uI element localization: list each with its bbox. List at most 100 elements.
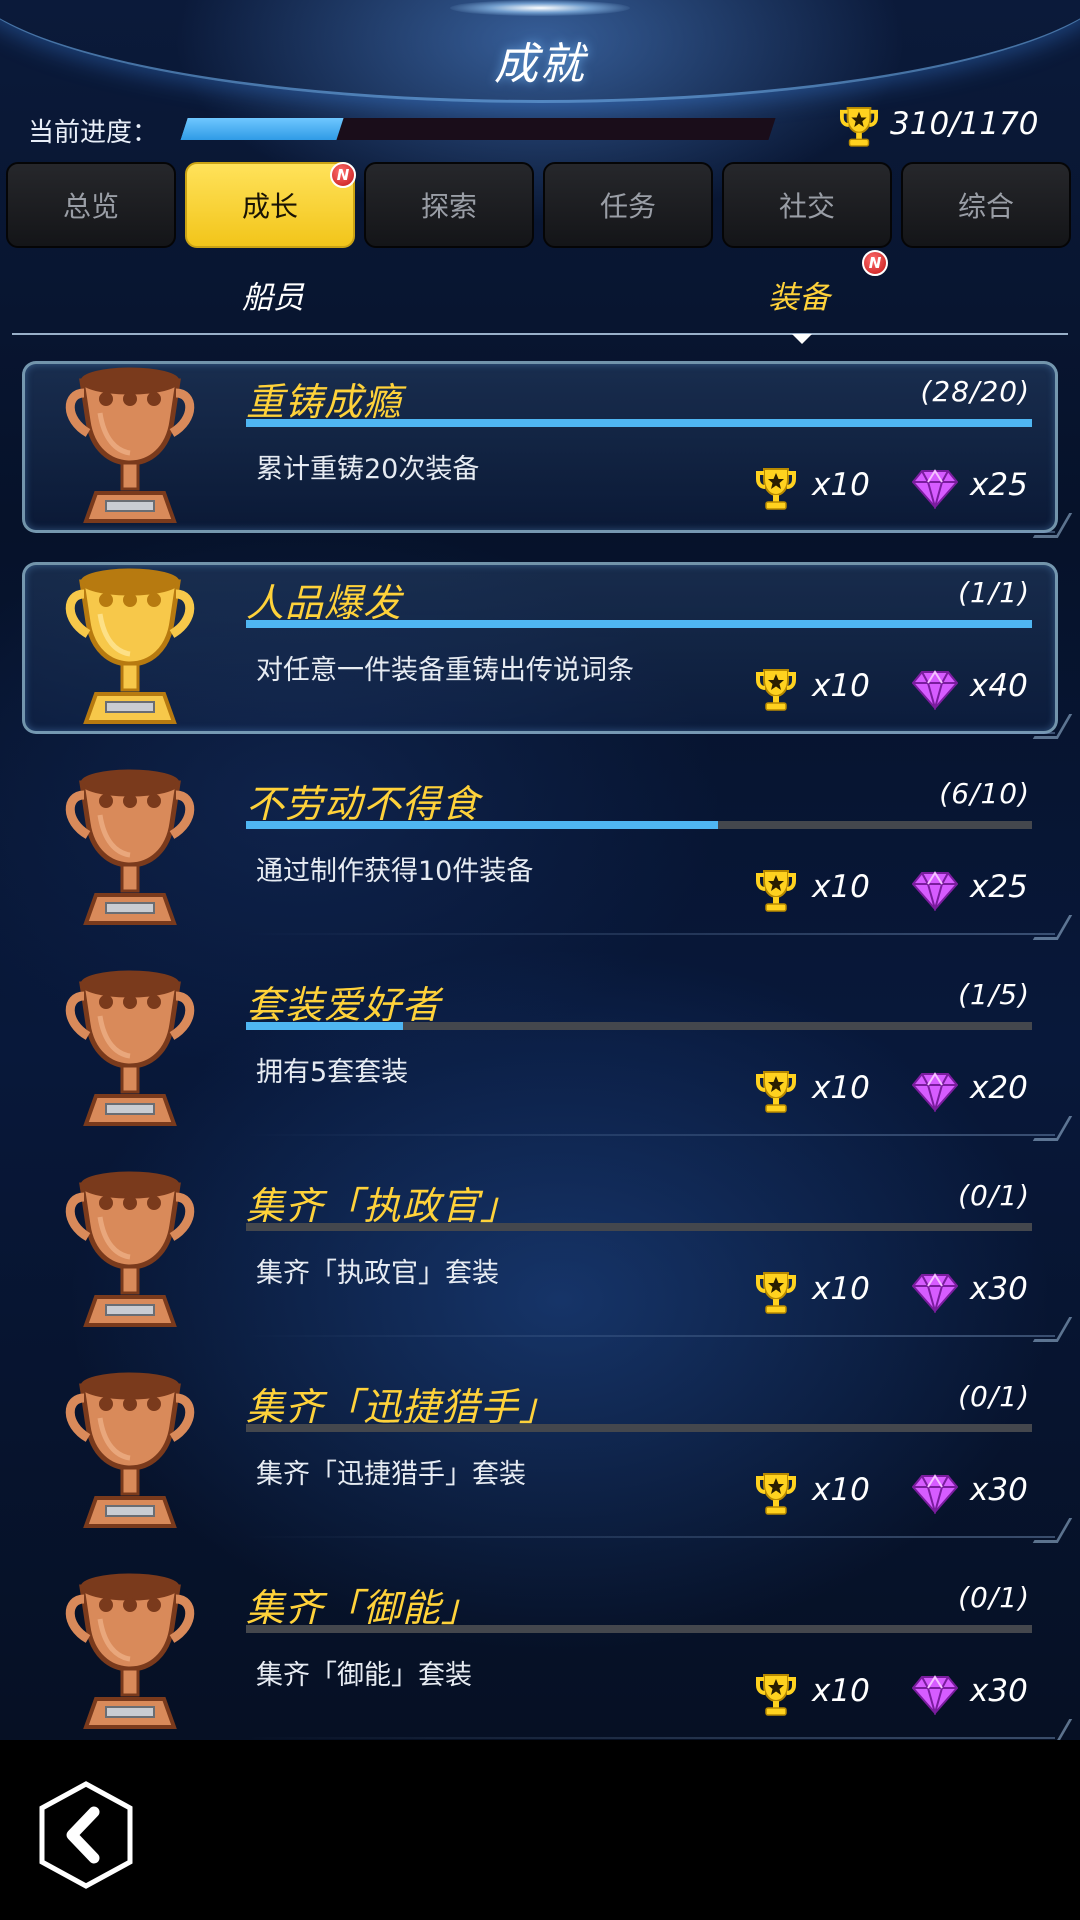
achievement-progress-bar [246,1223,1032,1231]
achievement-progress-bar [246,1424,1032,1432]
tab-label: 总览 [62,190,119,223]
card-divider [245,933,1055,935]
card-corner [1032,1719,1073,1740]
trophy-reward-value: x10 [812,869,870,905]
gem-icon [911,1273,959,1315]
achievement-card[interactable]: 套装爱好者 (1/5) 拥有5套套装 x10 x20 [0,958,1080,1148]
achievement-progress-bar [246,1022,1032,1030]
achievement-progress-fill [246,821,718,829]
trophy-star-icon [756,867,796,913]
achievement-count: (6/10) [939,777,1030,810]
achievement-screen: 成就 当前进度： 310/1170 总览 成长 N 探索 任务 社交 综合 船员… [0,0,1080,1740]
achievement-card[interactable]: 集齐「迅捷猎手」 (0/1) 集齐「迅捷猎手」套装 x10 x30 [0,1360,1080,1550]
achievement-title: 不劳动不得食 [246,782,481,826]
gem-icon [911,670,959,712]
achievement-count: (1/1) [958,576,1030,609]
achievement-progress-fill [246,419,1032,427]
trophy-icon [65,1372,195,1528]
achievement-card[interactable]: 集齐「御能」 (0/1) 集齐「御能」套装 x10 x30 [0,1561,1080,1740]
progress-label: 当前进度： [28,118,159,148]
achievement-title: 重铸成瘾 [246,380,403,424]
card-divider [245,1737,1055,1739]
card-divider [245,732,1055,734]
footer-bar [0,1740,1080,1920]
card-divider [245,1134,1055,1136]
achievement-description: 拥有5套套装 [256,1057,409,1088]
subtab-equipment[interactable]: 装备 [768,272,830,317]
tab-label: 探索 [420,190,477,223]
achievement-progress-bar [246,1625,1032,1633]
gem-icon [911,1072,959,1114]
overall-progress-bar [180,118,776,140]
card-corner [1032,915,1073,940]
trophy-star-icon [756,666,796,712]
back-button[interactable] [36,1780,136,1890]
trophy-star-icon [756,1068,796,1114]
trophy-star-icon [756,1671,796,1717]
gem-reward-value: x20 [970,1070,1028,1106]
trophy-icon [65,367,195,523]
achievement-description: 对任意一件装备重铸出传说词条 [256,655,634,686]
achievement-count: (28/20) [920,375,1030,408]
achievement-card[interactable]: 人品爆发 (1/1) 对任意一件装备重铸出传说词条 x10 x40 [0,556,1080,746]
achievement-description: 集齐「迅捷猎手」套装 [256,1459,526,1490]
achievement-description: 累计重铸20次装备 [256,454,480,485]
subtab-indicator [792,334,812,344]
trophy-star-icon [840,107,878,147]
achievement-card[interactable]: 不劳动不得食 (6/10) 通过制作获得10件装备 x10 x25 [0,757,1080,947]
achievement-card[interactable]: 重铸成瘾 (28/20) 累计重铸20次装备 x10 x25 [0,355,1080,545]
achievement-progress-bar [246,620,1032,628]
trophy-star-icon [756,465,796,511]
tab-social[interactable]: 社交 [722,162,892,248]
achievement-progress-fill [246,1022,404,1030]
achievement-progress-bar [246,419,1032,427]
achievement-progress-bar [246,821,1032,829]
trophy-icon [65,769,195,925]
tab-general[interactable]: 综合 [901,162,1071,248]
achievement-card[interactable]: 集齐「执政官」 (0/1) 集齐「执政官」套装 x10 x30 [0,1159,1080,1349]
overall-progress-fill [180,118,344,140]
page-title: 成就 [494,39,586,90]
gem-reward-value: x25 [970,467,1028,503]
subtab-divider [12,333,1068,335]
tab-label: 社交 [778,190,835,223]
gem-icon [911,469,959,511]
card-divider [245,531,1055,533]
gem-reward-value: x30 [970,1271,1028,1307]
card-divider [245,1335,1055,1337]
tab-quests[interactable]: 任务 [543,162,713,248]
achievement-title: 套装爱好者 [246,983,442,1027]
trophy-star-icon [756,1470,796,1516]
achievement-description: 通过制作获得10件装备 [256,856,534,887]
tab-explore[interactable]: 探索 [364,162,534,248]
trophy-reward-value: x10 [812,467,870,503]
progress-count: 310/1170 [890,106,1039,142]
achievement-count: (0/1) [958,1581,1030,1614]
tab-label: 成长 [241,190,298,223]
tab-label: 综合 [957,190,1014,223]
achievement-description: 集齐「执政官」套装 [256,1258,499,1289]
tab-label: 任务 [599,190,656,223]
trophy-icon [65,1573,195,1729]
achievement-title: 人品爆发 [246,581,403,625]
gem-icon [911,1474,959,1516]
trophy-icon [65,568,195,724]
card-corner [1032,1116,1073,1141]
gem-reward-value: x30 [970,1472,1028,1508]
achievement-description: 集齐「御能」套装 [256,1660,472,1691]
achievement-title: 集齐「迅捷猎手」 [246,1385,559,1429]
gem-reward-value: x30 [970,1673,1028,1709]
subtab-crew[interactable]: 船员 [242,272,304,317]
new-badge: N [862,250,888,276]
trophy-reward-value: x10 [812,1271,870,1307]
trophy-reward-value: x10 [812,1472,870,1508]
card-corner [1032,1317,1073,1342]
achievement-count: (0/1) [958,1179,1030,1212]
gem-icon [911,1675,959,1717]
category-tabs: 总览 成长 N 探索 任务 社交 综合 [6,162,1074,250]
achievement-title: 集齐「御能」 [246,1586,481,1630]
gem-reward-value: x40 [970,668,1028,704]
card-corner [1032,1518,1073,1543]
tab-overview[interactable]: 总览 [6,162,176,248]
trophy-icon [65,970,195,1126]
